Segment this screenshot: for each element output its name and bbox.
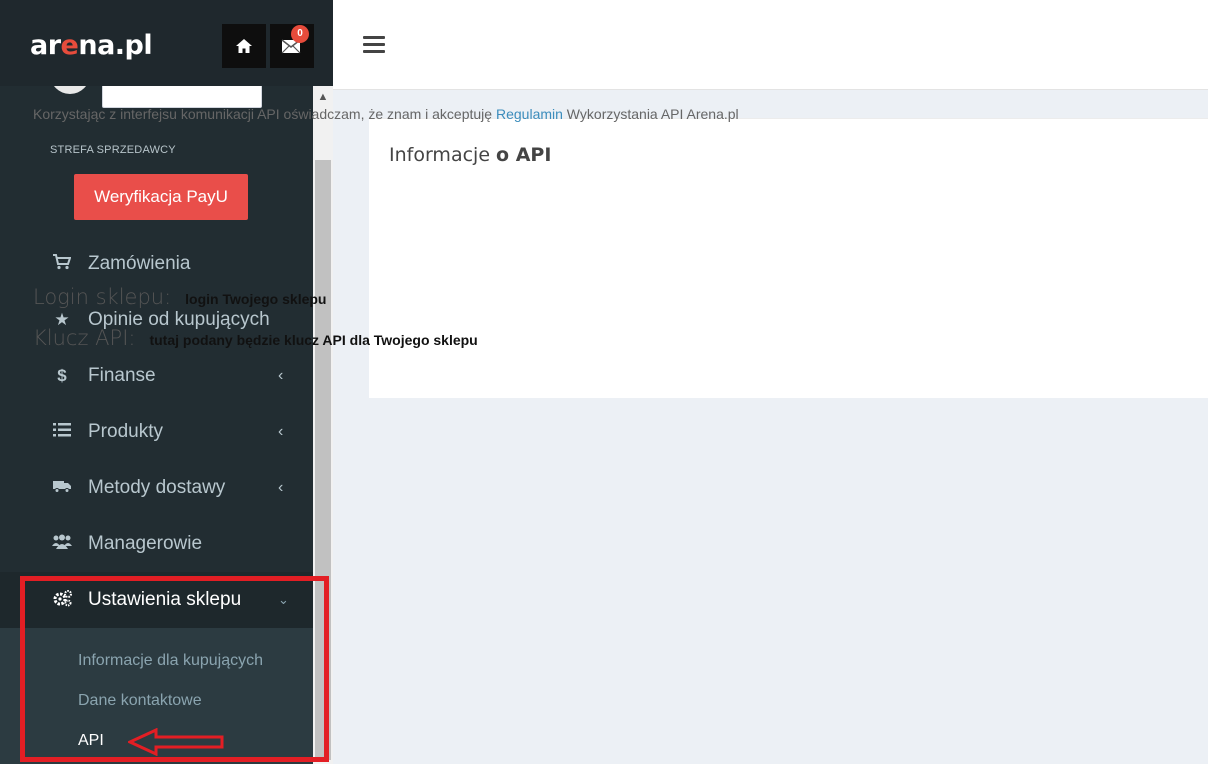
- messages-button[interactable]: 0: [270, 24, 314, 68]
- home-icon: [236, 39, 252, 53]
- home-button[interactable]: [222, 24, 266, 68]
- sidebar-item-label: Produkty: [88, 421, 163, 442]
- sidebar-item-products[interactable]: Produkty ‹: [0, 404, 313, 460]
- submenu-item-contact-data[interactable]: Dane kontaktowe: [78, 692, 202, 710]
- chevron-left-icon: ‹: [278, 423, 284, 440]
- terms-text-after: Wykorzystania API Arena.pl: [562, 106, 739, 122]
- sidebar-item-label: Managerowie: [88, 533, 203, 554]
- avatar[interactable]: [50, 86, 90, 94]
- sidebar-item-label: Zamówienia: [88, 253, 191, 274]
- api-key-label: Klucz API:: [33, 326, 136, 350]
- page-title: Informacje o API: [389, 144, 551, 166]
- sidebar-item-shop-settings[interactable]: Ustawienia sklepu ⌄: [0, 572, 313, 628]
- sidebar-item-orders[interactable]: Zamówienia: [0, 236, 313, 292]
- sidebar-header: ar e na.pl 0: [0, 0, 333, 86]
- logo-text-accent: e: [60, 29, 79, 61]
- scrollbar-thumb[interactable]: [315, 160, 331, 760]
- api-info-box: Informacje o API: [369, 118, 1208, 398]
- shop-login-row: Login sklepu: login Twojego sklepu: [33, 285, 326, 309]
- logo-text-suffix: na.pl: [78, 29, 153, 61]
- messages-badge: 0: [291, 25, 309, 43]
- sidebar-item-shipping[interactable]: Metody dostawy ‹: [0, 460, 313, 516]
- page-title-prefix: Informacje: [389, 144, 497, 166]
- shop-login-value: login Twojego sklepu: [185, 291, 327, 307]
- submenu-item-buyer-info[interactable]: Informacje dla kupujących: [78, 652, 263, 670]
- sidebar-item-label: Metody dostawy: [88, 477, 226, 498]
- arena-logo[interactable]: ar e na.pl: [30, 28, 153, 62]
- dollar-icon: $: [57, 366, 67, 385]
- sidebar-item-managers[interactable]: Managerowie: [0, 516, 313, 572]
- cart-icon: [52, 253, 72, 275]
- submenu-item-api[interactable]: API: [78, 732, 104, 750]
- top-navbar: [333, 0, 1208, 90]
- terms-text-before: Korzystając z interfejsu komunikacji API…: [33, 106, 496, 122]
- chevron-down-icon: ⌄: [278, 592, 289, 607]
- red-arrow-icon: [128, 728, 224, 756]
- api-terms-text: Korzystając z interfejsu komunikacji API…: [33, 102, 853, 127]
- payu-verification-button[interactable]: Weryfikacja PayU: [74, 174, 248, 220]
- chevron-left-icon: ‹: [278, 479, 284, 496]
- users-icon: [52, 534, 72, 554]
- terms-link[interactable]: Regulamin: [496, 106, 563, 122]
- api-key-value: tutaj podany będzie klucz API dla Twojeg…: [149, 332, 478, 348]
- sidebar-item-finance[interactable]: $ Finanse ‹: [0, 348, 313, 404]
- gears-icon: [52, 589, 74, 612]
- menu-toggle-icon[interactable]: [363, 36, 385, 54]
- shop-login-label: Login sklepu:: [33, 285, 172, 309]
- section-label-seller-zone: STREFA SPRZEDAWCY: [50, 144, 176, 156]
- truck-icon: [52, 478, 72, 498]
- sidebar-item-label: Ustawienia sklepu: [88, 589, 242, 610]
- sidebar-item-label: Finanse: [88, 365, 156, 386]
- logo-text-prefix: ar: [30, 29, 61, 61]
- sidebar-scrollbar[interactable]: ▲: [313, 86, 333, 764]
- api-key-row: Klucz API: tutaj podany będzie klucz API…: [33, 326, 478, 350]
- list-icon: [52, 422, 72, 442]
- chevron-left-icon: ‹: [278, 367, 284, 384]
- page-title-bold: o API: [496, 144, 552, 166]
